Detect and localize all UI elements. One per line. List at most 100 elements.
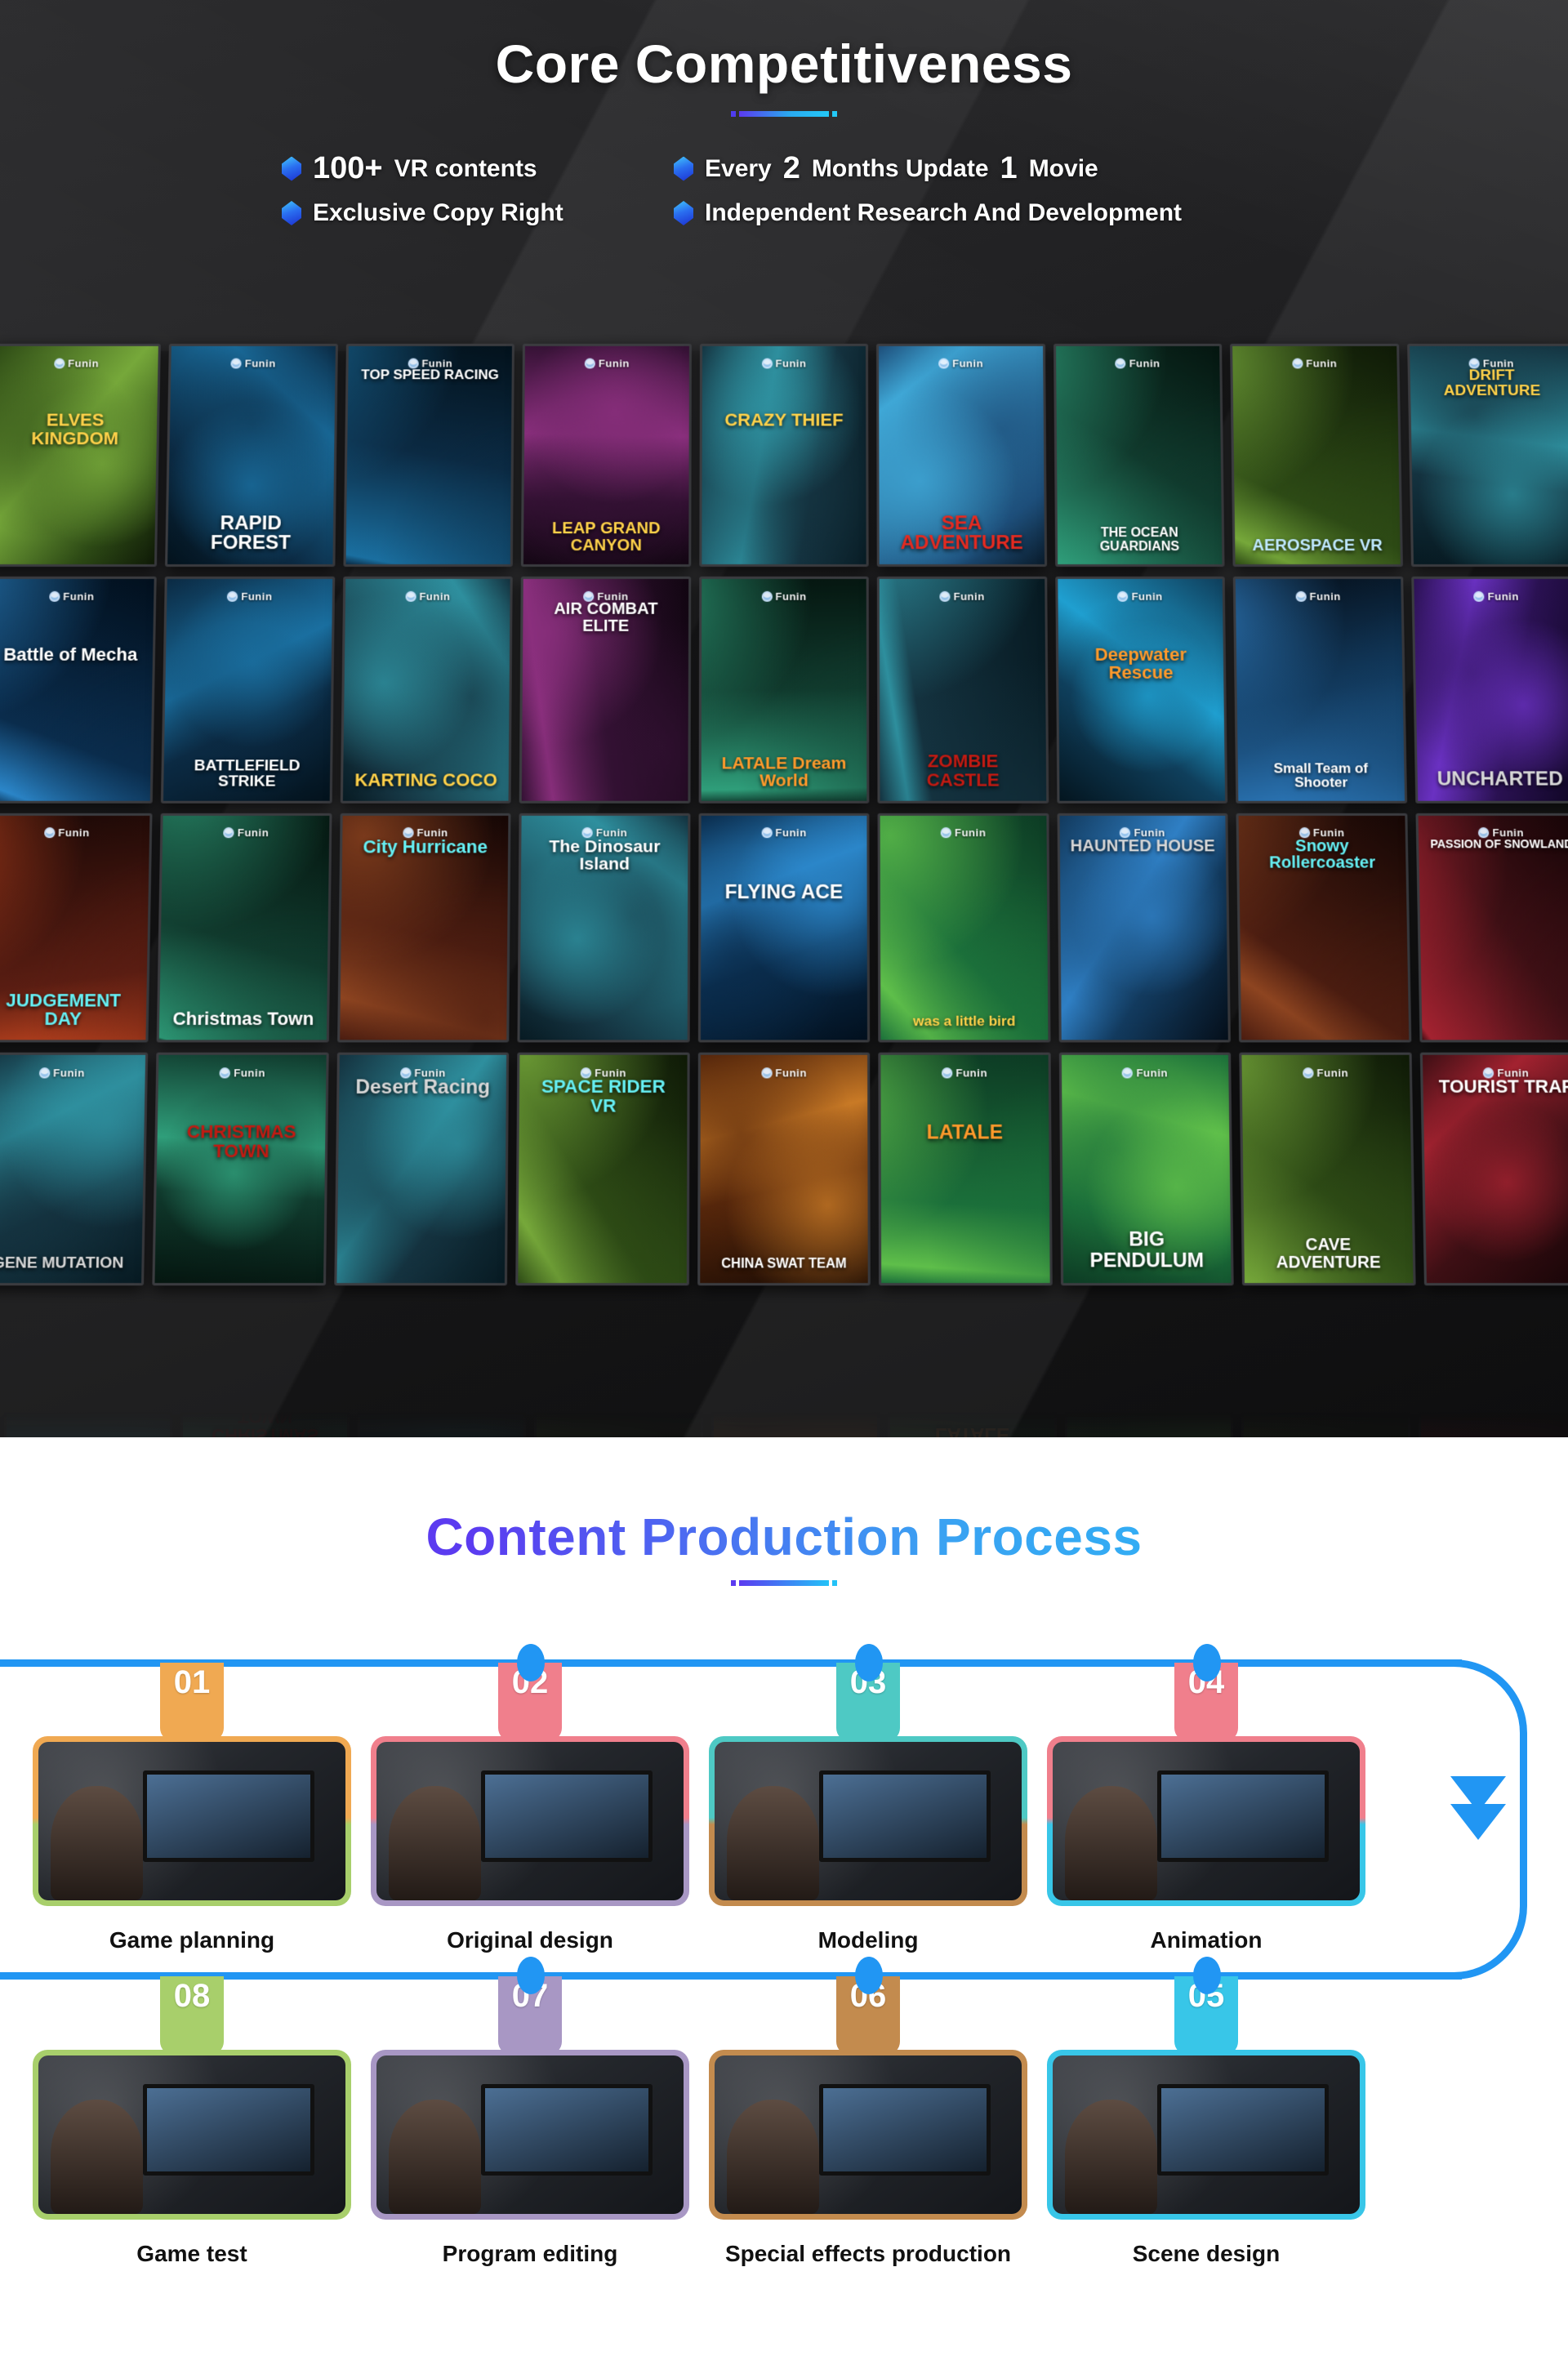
- poster-cell[interactable]: Funin Deepwater Rescue: [1051, 572, 1232, 808]
- step-card[interactable]: [1047, 2050, 1365, 2220]
- poster-cell[interactable]: FuninCHINA SWAT TEAM: [707, 1411, 884, 1437]
- game-poster[interactable]: Funin JUDGEMENT DAY: [0, 813, 153, 1043]
- game-poster[interactable]: Funin Small Team of Shooter: [1232, 577, 1407, 804]
- process-step[interactable]: 02 Original design: [371, 1663, 689, 1953]
- poster-cell[interactable]: Funin DRIFT ADVENTURE: [1403, 339, 1568, 572]
- game-poster[interactable]: Funin Deepwater Rescue: [1054, 577, 1228, 804]
- poster-cell[interactable]: Funin SEA ADVENTURE: [872, 339, 1051, 572]
- poster-cell[interactable]: Funin AEROSPACE VR: [1226, 339, 1407, 572]
- poster-cell[interactable]: Funin ZOMBIE CASTLE: [873, 572, 1053, 808]
- game-poster[interactable]: FuninCAVE ADVENTURE: [1241, 1411, 1410, 1437]
- game-poster[interactable]: FuninGENE MUTATION: [4, 1411, 173, 1437]
- poster-cell[interactable]: Funin HAUNTED HOUSE: [1053, 808, 1235, 1048]
- poster-cell[interactable]: Funin TOP SPEED RACING: [339, 339, 519, 572]
- process-step[interactable]: 01 Game planning: [33, 1663, 351, 1953]
- poster-cell[interactable]: FuninDesert Racing: [354, 1411, 530, 1437]
- game-poster[interactable]: Funin TOP SPEED RACING: [343, 343, 515, 568]
- game-poster[interactable]: Funin AIR COMBAT ELITE: [519, 577, 691, 804]
- game-poster[interactable]: Funin RAPID FOREST: [165, 343, 338, 568]
- poster-cell[interactable]: FuninDesert Racing: [330, 1048, 514, 1290]
- poster-cell[interactable]: FuninBIG PENDULUM: [1061, 1411, 1237, 1437]
- poster-cell[interactable]: Funin THE OCEAN GUARDIANS: [1049, 339, 1229, 572]
- poster-cell[interactable]: Funin City Hurricane: [333, 808, 515, 1048]
- poster-cell[interactable]: FuninTOURIST TRAP: [1415, 1048, 1568, 1290]
- poster-cell[interactable]: Funin PASSION OF SNOWLAND: [1411, 808, 1568, 1048]
- game-poster[interactable]: Funin CRAZY THIEF: [699, 343, 869, 568]
- poster-cell[interactable]: Funin KARTING COCO: [336, 572, 518, 808]
- game-poster[interactable]: FuninCAVE ADVENTURE: [1239, 1052, 1416, 1285]
- process-step[interactable]: 05 Scene design: [1047, 1976, 1365, 2267]
- game-poster[interactable]: Funin SEA ADVENTURE: [876, 343, 1047, 568]
- game-poster[interactable]: Funin KARTING COCO: [340, 577, 514, 804]
- game-poster[interactable]: FuninCHINA SWAT TEAM: [710, 1411, 880, 1437]
- process-step[interactable]: 03 Modeling: [709, 1663, 1027, 1953]
- game-poster[interactable]: Funin FLYING ACE: [697, 813, 871, 1043]
- game-poster[interactable]: Funin Christmas Town: [157, 813, 332, 1043]
- poster-cell[interactable]: FuninSPACE RIDER VR: [511, 1048, 693, 1290]
- game-poster[interactable]: FuninTOURIST TRAP: [1419, 1052, 1568, 1285]
- game-poster[interactable]: Funin Snowy Rollercoaster: [1236, 813, 1411, 1043]
- poster-cell[interactable]: Funin ELVES KINGDOM: [0, 339, 165, 572]
- game-poster[interactable]: Funin BATTLEFIELD STRIKE: [161, 577, 336, 804]
- game-poster[interactable]: FuninCHRISTMAS TOWN: [180, 1411, 350, 1437]
- poster-cell[interactable]: Funin FLYING ACE: [694, 808, 875, 1048]
- step-card[interactable]: [709, 2050, 1027, 2220]
- game-poster[interactable]: FuninCHRISTMAS TOWN: [152, 1052, 329, 1285]
- game-poster[interactable]: Funin THE OCEAN GUARDIANS: [1053, 343, 1225, 568]
- game-poster[interactable]: Funin LATALE Dream World: [698, 577, 870, 804]
- poster-cell[interactable]: Funin Christmas Town: [153, 808, 336, 1048]
- poster-cell[interactable]: Funin was a little bird: [874, 808, 1055, 1048]
- poster-cell[interactable]: Funin AIR COMBAT ELITE: [515, 572, 695, 808]
- poster-cell[interactable]: FuninGENE MUTATION: [0, 1048, 153, 1290]
- step-card[interactable]: [371, 2050, 689, 2220]
- process-step[interactable]: 06 Special effects production: [709, 1976, 1027, 2267]
- poster-cell[interactable]: FuninGENE MUTATION: [0, 1411, 176, 1437]
- game-poster[interactable]: Funin ELVES KINGDOM: [0, 343, 162, 568]
- poster-cell[interactable]: Funin Battle of Mecha: [0, 572, 161, 808]
- process-step[interactable]: 08 Game test: [33, 1976, 351, 2267]
- poster-cell[interactable]: Funin UNCHARTED: [1407, 572, 1568, 808]
- poster-cell[interactable]: Funin LATALE Dream World: [694, 572, 873, 808]
- game-poster[interactable]: Funin AEROSPACE VR: [1230, 343, 1403, 568]
- poster-cell[interactable]: Funin Small Team of Shooter: [1229, 572, 1411, 808]
- poster-cell[interactable]: Funin CRAZY THIEF: [695, 339, 873, 572]
- game-poster[interactable]: Funin UNCHARTED: [1410, 577, 1568, 804]
- game-poster[interactable]: FuninCHINA SWAT TEAM: [697, 1052, 871, 1285]
- poster-cell[interactable]: FuninCAVE ADVENTURE: [1237, 1411, 1414, 1437]
- game-poster[interactable]: FuninGENE MUTATION: [0, 1052, 149, 1285]
- poster-cell[interactable]: Funin Snowy Rollercoaster: [1232, 808, 1415, 1048]
- game-poster[interactable]: Funin DRIFT ADVENTURE: [1406, 343, 1568, 568]
- poster-cell[interactable]: Funin The Dinosaur Island: [514, 808, 695, 1048]
- game-poster[interactable]: Funin PASSION OF SNOWLAND: [1414, 813, 1568, 1043]
- game-poster[interactable]: FuninBIG PENDULUM: [1058, 1052, 1234, 1285]
- poster-cell[interactable]: FuninCHRISTMAS TOWN: [149, 1048, 333, 1290]
- poster-cell[interactable]: Funin BATTLEFIELD STRIKE: [157, 572, 339, 808]
- game-poster[interactable]: FuninLATALE: [888, 1411, 1057, 1437]
- game-poster[interactable]: Funin HAUNTED HOUSE: [1057, 813, 1231, 1043]
- game-poster[interactable]: FuninSPACE RIDER VR: [534, 1411, 703, 1437]
- game-poster[interactable]: Funin City Hurricane: [336, 813, 511, 1043]
- game-poster[interactable]: FuninDesert Racing: [357, 1411, 527, 1437]
- process-step[interactable]: 04 Animation: [1047, 1663, 1365, 1953]
- step-card[interactable]: [1047, 1736, 1365, 1906]
- poster-cell[interactable]: FuninCHRISTMAS TOWN: [176, 1411, 353, 1437]
- step-card[interactable]: [371, 1736, 689, 1906]
- game-poster[interactable]: FuninBIG PENDULUM: [1064, 1411, 1234, 1437]
- poster-cell[interactable]: FuninTOURIST TRAP: [1414, 1411, 1568, 1437]
- poster-cell[interactable]: FuninSPACE RIDER VR: [530, 1411, 706, 1437]
- poster-cell[interactable]: FuninLATALE: [884, 1411, 1060, 1437]
- poster-cell[interactable]: Funin RAPID FOREST: [161, 339, 342, 572]
- poster-cell[interactable]: Funin JUDGEMENT DAY: [0, 808, 157, 1048]
- poster-cell[interactable]: Funin LEAP GRAND CANYON: [517, 339, 696, 572]
- poster-cell[interactable]: FuninLATALE: [874, 1048, 1056, 1290]
- game-poster[interactable]: Funin Battle of Mecha: [0, 577, 158, 804]
- game-poster[interactable]: Funin was a little bird: [877, 813, 1051, 1043]
- game-poster[interactable]: Funin The Dinosaur Island: [517, 813, 691, 1043]
- game-poster[interactable]: Funin ZOMBIE CASTLE: [876, 577, 1049, 804]
- poster-cell[interactable]: FuninCHINA SWAT TEAM: [693, 1048, 875, 1290]
- game-poster[interactable]: Funin LEAP GRAND CANYON: [521, 343, 692, 568]
- game-poster[interactable]: FuninLATALE: [878, 1052, 1053, 1285]
- game-poster[interactable]: FuninTOURIST TRAP: [1418, 1411, 1568, 1437]
- poster-cell[interactable]: FuninCAVE ADVENTURE: [1235, 1048, 1419, 1290]
- game-poster[interactable]: FuninSPACE RIDER VR: [515, 1052, 690, 1285]
